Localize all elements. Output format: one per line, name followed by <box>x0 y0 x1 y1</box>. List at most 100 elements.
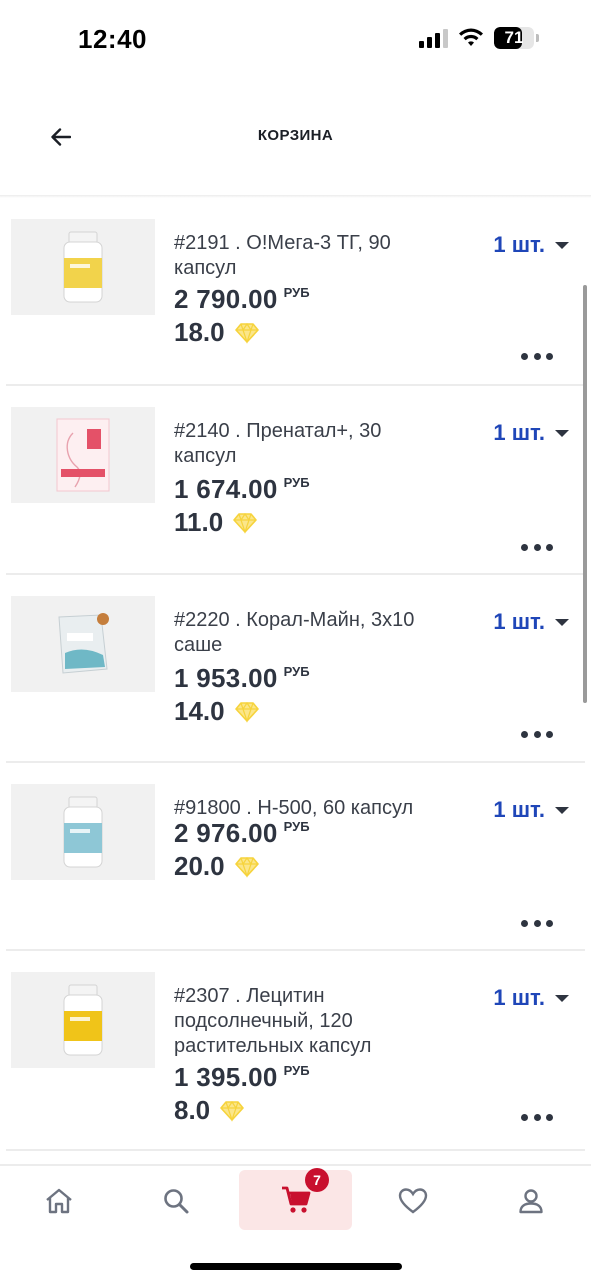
diamond-icon <box>234 856 259 878</box>
product-price: 2 790.00 <box>174 284 278 314</box>
more-options-button[interactable] <box>521 539 553 555</box>
product-price: 1 953.00 <box>174 663 278 693</box>
quantity-value: 1 шт. <box>493 420 545 445</box>
status-time: 12:40 <box>78 24 147 54</box>
search-icon <box>164 1189 189 1214</box>
item-divider <box>6 1149 585 1151</box>
product-points: 14.0 <box>174 696 225 726</box>
points-row: 11.0 <box>174 507 257 538</box>
nav-cart[interactable]: 7 <box>239 1168 352 1230</box>
points-row: 14.0 <box>174 696 259 727</box>
points-row: 20.0 <box>174 851 259 882</box>
battery-level: 71 <box>504 28 524 47</box>
product-title[interactable]: #2220 . Корал-Майн, 3х10 саше <box>174 608 444 658</box>
chevron-down-icon <box>555 806 569 814</box>
product-points: 8.0 <box>174 1095 211 1125</box>
product-image <box>56 418 110 492</box>
product-points: 20.0 <box>174 851 225 881</box>
more-dot <box>521 543 528 551</box>
more-options-button[interactable] <box>521 915 553 931</box>
page-title: КОРЗИНА <box>257 127 334 144</box>
points-row: 18.0 <box>174 317 259 348</box>
more-dot <box>533 1113 541 1121</box>
more-dot <box>521 1113 528 1121</box>
nav-home[interactable] <box>3 1172 115 1230</box>
cart-item[interactable]: #2307 . Лецитин подсолнечный, 120 растит… <box>0 951 591 1151</box>
cart-item[interactable]: #2191 . О!Мега-3 ТГ, 90 капсул 2 790.00 … <box>0 198 591 386</box>
product-price: 1 674.00 <box>174 474 278 504</box>
diamond-icon <box>234 322 259 344</box>
status-icons: 71 <box>419 27 539 49</box>
header: КОРЗИНА <box>0 100 591 196</box>
battery-cap <box>536 34 539 42</box>
more-options-button[interactable] <box>521 348 553 364</box>
chevron-down-icon <box>555 994 569 1002</box>
more-options-button[interactable] <box>521 1109 553 1125</box>
more-dot <box>546 1113 553 1121</box>
product-title[interactable]: #2140 . Пренатал+, 30 капсул <box>174 419 444 469</box>
product-title[interactable]: #2191 . О!Мега-3 ТГ, 90 капсул <box>174 231 444 281</box>
home-icon <box>46 1188 72 1214</box>
quantity-select[interactable]: 1 шт. <box>493 985 569 1011</box>
status-bar: 12:40 71 <box>0 0 591 80</box>
diamond-icon <box>234 701 259 723</box>
diamond-icon <box>233 512 257 534</box>
more-dot <box>546 543 553 551</box>
price-row: 1 395.00 РУБ <box>174 1062 310 1093</box>
diamond-icon <box>220 1100 244 1122</box>
bottom-nav: 7 <box>0 1164 591 1280</box>
currency-label: РУБ <box>283 819 310 834</box>
quantity-value: 1 шт. <box>493 609 545 634</box>
heart-icon <box>398 1188 428 1214</box>
product-price: 1 395.00 <box>174 1062 278 1092</box>
product-price: 2 976.00 <box>174 818 278 848</box>
nav-search[interactable] <box>120 1172 232 1230</box>
battery-icon: 71 <box>494 27 534 49</box>
cart-item[interactable]: #2140 . Пренатал+, 30 капсул 1 674.00 РУ… <box>0 386 591 575</box>
currency-label: РУБ <box>283 664 310 679</box>
quantity-value: 1 шт. <box>493 797 545 822</box>
product-title[interactable]: #2307 . Лецитин подсолнечный, 120 растит… <box>174 984 444 1059</box>
more-options-button[interactable] <box>521 726 553 742</box>
currency-label: РУБ <box>283 285 310 300</box>
quantity-value: 1 шт. <box>493 232 545 257</box>
scrollbar[interactable] <box>583 285 587 703</box>
product-image <box>63 231 103 303</box>
home-indicator <box>190 1263 402 1270</box>
more-dot <box>521 730 528 738</box>
chevron-down-icon <box>555 429 569 437</box>
price-row: 1 953.00 РУБ <box>174 663 310 694</box>
product-thumbnail[interactable] <box>11 407 155 503</box>
product-thumbnail[interactable] <box>11 596 155 692</box>
chevron-down-icon <box>555 241 569 249</box>
more-dot <box>546 919 553 927</box>
cart-item[interactable]: #91800 . Н-500, 60 капсул 2 976.00 РУБ 2… <box>0 763 591 951</box>
nav-profile[interactable] <box>475 1172 587 1230</box>
product-points: 18.0 <box>174 317 225 347</box>
product-thumbnail[interactable] <box>11 972 155 1068</box>
more-dot <box>546 352 553 360</box>
cart-item[interactable]: #2220 . Корал-Майн, 3х10 саше 1 953.00 Р… <box>0 575 591 763</box>
more-dot <box>533 919 541 927</box>
more-dot <box>533 730 541 738</box>
price-row: 1 674.00 РУБ <box>174 474 310 505</box>
user-icon <box>519 1189 543 1214</box>
quantity-select[interactable]: 1 шт. <box>493 609 569 635</box>
product-image <box>63 984 103 1056</box>
quantity-select[interactable]: 1 шт. <box>493 420 569 446</box>
product-points: 11.0 <box>174 507 224 537</box>
product-image <box>63 796 103 868</box>
quantity-value: 1 шт. <box>493 985 545 1010</box>
more-dot <box>521 919 528 927</box>
price-row: 2 976.00 РУБ <box>174 818 310 849</box>
product-image <box>58 613 109 674</box>
quantity-select[interactable]: 1 шт. <box>493 232 569 258</box>
product-thumbnail[interactable] <box>11 784 155 880</box>
nav-favorites[interactable] <box>357 1172 469 1230</box>
quantity-select[interactable]: 1 шт. <box>493 797 569 823</box>
signal-icon <box>419 28 448 48</box>
cart-list[interactable]: #2191 . О!Мега-3 ТГ, 90 капсул 2 790.00 … <box>0 198 591 1164</box>
product-thumbnail[interactable] <box>11 219 155 315</box>
more-dot <box>546 730 553 738</box>
more-dot <box>521 352 528 360</box>
